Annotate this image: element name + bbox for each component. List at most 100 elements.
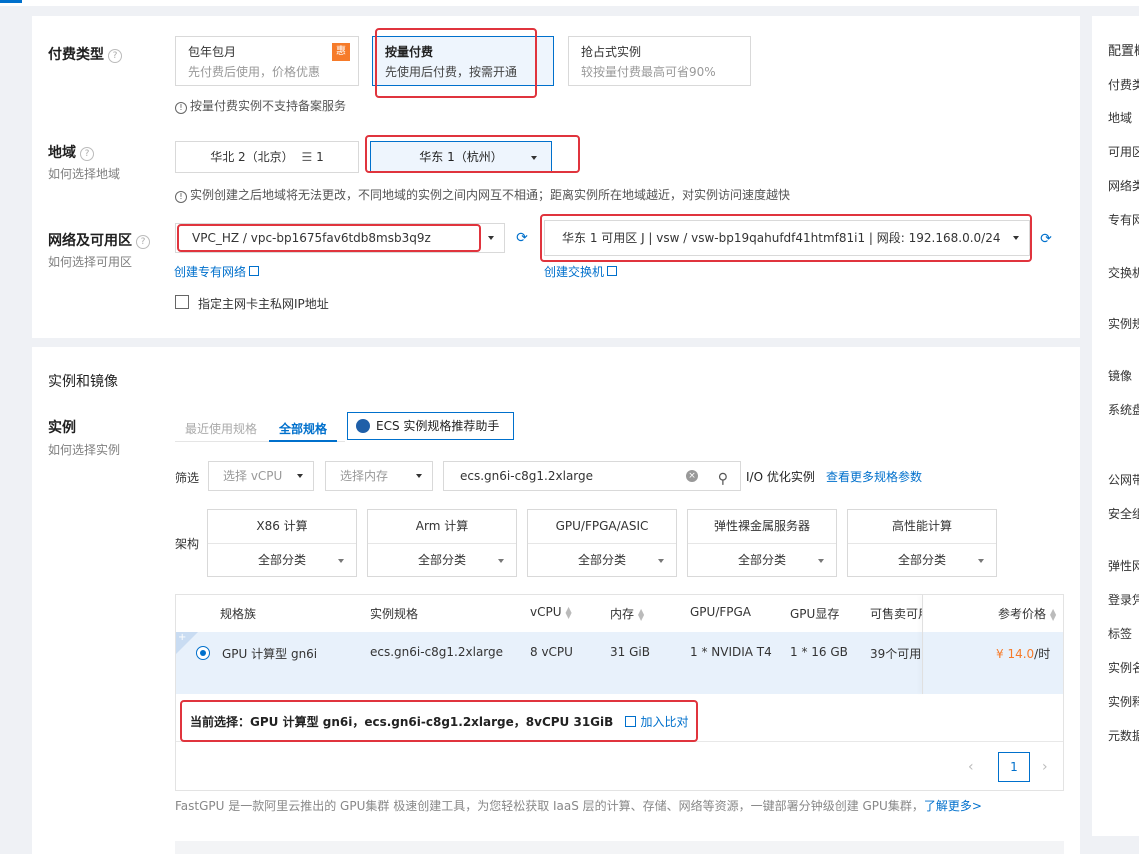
highlight-region xyxy=(365,135,580,173)
refresh-icon[interactable]: ⟳ xyxy=(1038,231,1054,247)
plus-icon: + xyxy=(178,632,187,643)
chevron-down-icon xyxy=(416,474,422,478)
summary-item: 可用区 xyxy=(1108,145,1139,159)
region-name: 华北 2（北京） xyxy=(210,150,294,164)
next-section-strip xyxy=(175,841,1064,854)
arch-x86[interactable]: X86 计算 全部分类 xyxy=(207,509,357,577)
billing-label: 付费类型? xyxy=(48,44,122,64)
option-title: 包年包月 xyxy=(188,45,237,59)
assistant-label: ECS 实例规格推荐助手 xyxy=(376,419,500,433)
summary-item: 安全组 xyxy=(1108,507,1139,521)
instance-help-link[interactable]: 如何选择实例 xyxy=(48,441,120,458)
learn-more-link[interactable]: 了解更多> xyxy=(924,799,982,813)
summary-item: 元数据 xyxy=(1108,729,1139,743)
spec-table: 规格族 实例规格 vCPU ▲ ▼ 内存 ▲ ▼ GPU/FPGA GPU显存 可售卖可… xyxy=(175,594,1064,791)
top-accent xyxy=(0,0,22,3)
highlight-current-selection xyxy=(180,700,698,742)
search-value: ecs.gn6i-c8g1.2xlarge xyxy=(460,469,594,483)
arch-name: X86 计算 xyxy=(208,510,356,544)
region-option-beijing[interactable]: 华北 2（北京） ☰ 1 xyxy=(175,141,359,173)
more-params-link[interactable]: 查看更多规格参数 xyxy=(826,468,922,485)
header-family[interactable]: 规格族 xyxy=(220,605,256,622)
frozen-column-divider xyxy=(922,595,923,694)
cell-gpu-mem: 1 * 16 GB xyxy=(790,645,848,659)
spec-search-input[interactable]: ecs.gn6i-c8g1.2xlarge × ⚲ xyxy=(443,461,741,491)
external-link-icon xyxy=(249,266,260,276)
arch-name: Arm 计算 xyxy=(368,510,516,544)
zone-help-link[interactable]: 如何选择可用区 xyxy=(48,253,132,270)
option-desc: 先付费后使用，价格优惠 xyxy=(188,65,321,79)
cell-zones[interactable]: 39个可用区 xyxy=(870,645,922,662)
arch-value: 全部分类 xyxy=(737,553,786,567)
arch-hpc[interactable]: 高性能计算 全部分类 xyxy=(847,509,997,577)
cell-mem: 31 GiB xyxy=(610,645,650,659)
assistant-button[interactable]: ECS 实例规格推荐助手 xyxy=(347,412,514,440)
cell-vcpu: 8 vCPU xyxy=(530,645,573,659)
chevron-down-icon xyxy=(498,559,504,563)
create-vpc-link[interactable]: 创建专有网络 xyxy=(174,263,260,280)
arch-gpu[interactable]: GPU/FPGA/ASIC 全部分类 xyxy=(527,509,677,577)
summary-item: 专有网络 xyxy=(1108,213,1139,227)
sort-icon[interactable]: ▲ ▼ xyxy=(1050,607,1056,621)
header-price[interactable]: 参考价格 ▲ ▼ xyxy=(998,605,1056,622)
top-bar xyxy=(0,0,1139,6)
region-count: 1 xyxy=(316,150,324,164)
help-icon[interactable]: ? xyxy=(108,49,122,63)
summary-item: 弹性网卡 xyxy=(1108,559,1139,573)
instance-label: 实例 xyxy=(48,420,76,436)
highlight-vswitch xyxy=(540,214,1032,262)
sort-icon[interactable]: ▲ ▼ xyxy=(566,605,572,619)
header-mem[interactable]: 内存 ▲ ▼ xyxy=(610,605,644,622)
arch-bare-metal[interactable]: 弹性裸金属服务器 全部分类 xyxy=(687,509,837,577)
sort-icon[interactable]: ▲ ▼ xyxy=(638,607,644,621)
private-ip-checkbox[interactable] xyxy=(175,295,189,309)
summary-item: 公网带宽 xyxy=(1108,473,1139,487)
option-desc: 较按量付费最高可省90% xyxy=(581,65,716,79)
search-icon[interactable]: ⚲ xyxy=(718,465,728,493)
create-vswitch-link[interactable]: 创建交换机 xyxy=(544,263,618,280)
table-row[interactable] xyxy=(176,632,1063,694)
cell-gpu: 1 * NVIDIA T4 xyxy=(690,645,772,659)
section-title: 实例和镜像 xyxy=(48,374,118,390)
chevron-down-icon xyxy=(658,559,664,563)
header-vcpu[interactable]: vCPU ▲ ▼ xyxy=(530,605,572,619)
next-page-icon[interactable]: › xyxy=(1042,759,1048,775)
region-tip: ! 实例创建之后地域将无法更改，不同地域的实例之间内网互不相通；距离实例所在地域越… xyxy=(175,186,790,203)
help-icon[interactable]: ? xyxy=(80,147,94,161)
refresh-icon[interactable]: ⟳ xyxy=(514,230,530,246)
prev-page-icon[interactable]: ‹ xyxy=(968,759,974,775)
billing-option-spot[interactable]: 抢占式实例 较按量付费最高可省90% xyxy=(568,36,751,86)
header-gpu[interactable]: GPU/FPGA xyxy=(690,605,751,619)
region-help-link[interactable]: 如何选择地域 xyxy=(48,165,120,182)
arch-value: 全部分类 xyxy=(577,553,626,567)
summary-item: 标签 xyxy=(1108,627,1133,641)
row-radio[interactable] xyxy=(196,646,210,660)
header-gpu-mem[interactable]: GPU显存 xyxy=(790,605,839,622)
billing-tip: ! 按量付费实例不支持备案服务 xyxy=(175,97,346,114)
arch-name: GPU/FPGA/ASIC xyxy=(528,510,676,544)
arch-arm[interactable]: Arm 计算 全部分类 xyxy=(367,509,517,577)
page-number-button[interactable]: 1 xyxy=(998,752,1030,782)
memory-select[interactable]: 选择内存 xyxy=(325,461,433,491)
chevron-down-icon xyxy=(488,236,494,240)
chevron-down-icon xyxy=(818,559,824,563)
summary-item: 系统盘 xyxy=(1108,403,1139,417)
tab-all[interactable]: 全部规格 xyxy=(279,420,327,437)
chevron-down-icon xyxy=(297,474,303,478)
private-ip-label: 指定主网卡主私网IP地址 xyxy=(198,297,329,311)
arch-label: 架构 xyxy=(175,537,200,551)
summary-item: 实例规格 xyxy=(1108,317,1139,331)
chevron-down-icon xyxy=(978,559,984,563)
help-icon[interactable]: ? xyxy=(136,235,150,249)
cell-family: GPU 计算型 gn6i xyxy=(222,647,318,661)
filter-label: 筛选 xyxy=(175,471,200,485)
header-spec[interactable]: 实例规格 xyxy=(370,605,418,622)
arch-value: 全部分类 xyxy=(257,553,306,567)
vcpu-select[interactable]: 选择 vCPU xyxy=(208,461,314,491)
network-label: 网络及可用区? xyxy=(48,230,150,250)
header-zones[interactable]: 可售卖可用区 xyxy=(870,605,922,622)
tab-recent[interactable]: 最近使用规格 xyxy=(185,420,257,437)
billing-option-subscription[interactable]: 包年包月 先付费后使用，价格优惠 惠 xyxy=(175,36,359,86)
clear-icon[interactable]: × xyxy=(686,470,698,482)
arch-value: 全部分类 xyxy=(897,553,946,567)
